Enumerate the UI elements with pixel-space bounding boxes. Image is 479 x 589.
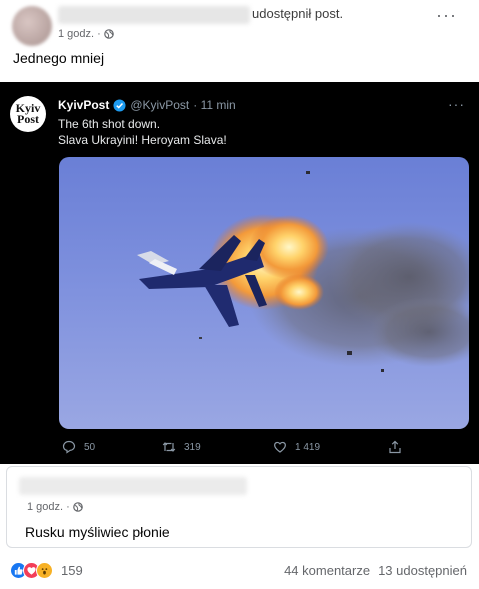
shared-post-label: udostępnił post. [252, 6, 344, 21]
sharer-avatar[interactable] [12, 6, 52, 46]
shares-count-link[interactable]: 13 udostępnień [378, 563, 467, 578]
kyivpost-logo[interactable]: Kyiv Post [10, 96, 46, 132]
reaction-count: 159 [61, 563, 83, 578]
tweet-header: KyivPost @KyivPost · 11 min [58, 98, 236, 112]
tweet-time: · 11 min [193, 98, 236, 112]
tweet-actions: 50 319 1 419 [0, 440, 479, 460]
commenter-name-blurred[interactable] [19, 477, 247, 495]
wow-reaction-icon [36, 562, 53, 579]
comment-time[interactable]: 1 godz. · [27, 501, 70, 513]
comment-card[interactable]: 1 godz. · Rusku myśliwiec płonie [6, 466, 472, 548]
comment-meta: 1 godz. · [27, 501, 83, 513]
tweet-text-line-2: Slava Ukrayini! Heroyam Slava! [58, 133, 227, 147]
post-caption: Jednego mniej [13, 50, 105, 66]
share-icon [389, 440, 401, 454]
heart-icon [274, 441, 286, 453]
comment-text: Rusku myśliwiec płonie [25, 524, 170, 540]
retweet-count: 319 [184, 441, 201, 453]
share-action[interactable] [388, 440, 402, 454]
sharer-name-blurred[interactable] [58, 6, 250, 24]
burning-jet-photo [59, 157, 469, 429]
embedded-tweet[interactable]: Kyiv Post KyivPost @KyivPost · 11 min ··… [0, 82, 479, 464]
reply-action[interactable]: 50 [62, 440, 95, 454]
post-meta: 1 godz. · [58, 28, 114, 40]
post-options-button[interactable]: ··· [436, 6, 457, 24]
tweet-handle[interactable]: @KyivPost [130, 98, 189, 112]
reaction-summary[interactable]: 159 [10, 562, 83, 579]
reply-count: 50 [84, 441, 96, 453]
logo-line-2: Post [17, 112, 39, 126]
comments-count-link[interactable]: 44 komentarze [284, 563, 370, 578]
reply-icon [62, 440, 76, 454]
globe-icon [73, 502, 83, 512]
retweet-icon [162, 442, 176, 452]
tweet-photo[interactable] [59, 157, 469, 429]
retweet-action[interactable]: 319 [162, 440, 201, 454]
engagement-counts: 44 komentarze 13 udostępnień [284, 563, 467, 578]
verified-badge-icon [113, 98, 126, 112]
tweet-more-icon[interactable]: ··· [448, 96, 465, 112]
globe-icon [104, 29, 114, 39]
post-time[interactable]: 1 godz. · [58, 28, 101, 40]
like-count: 1 419 [295, 441, 321, 453]
post-header: udostępnił post. 1 godz. · ··· [0, 0, 479, 46]
tweet-text: The 6th shot down. Slava Ukrayini! Heroy… [58, 116, 227, 148]
like-action[interactable]: 1 419 [273, 440, 320, 454]
tweet-author-name[interactable]: KyivPost [58, 98, 109, 112]
tweet-text-line-1: The 6th shot down. [58, 117, 161, 131]
